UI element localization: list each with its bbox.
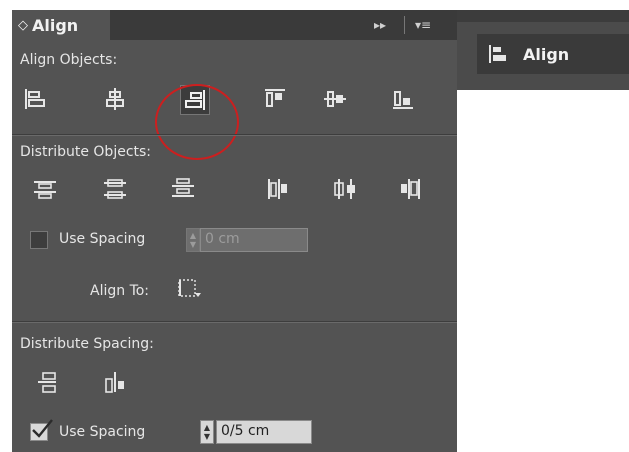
align-tab[interactable]: ◇ Align: [12, 10, 110, 40]
spacing-stepper[interactable]: ▲ ▼: [186, 228, 200, 252]
distribute-left-edges-icon[interactable]: [264, 176, 290, 202]
align-panel: ◇ Align ▸▸ ▾≡ Align Objects: Distribute …: [12, 10, 457, 452]
spacing-field-2[interactable]: 0/5 cm: [216, 420, 312, 444]
align-panel-icon: [489, 45, 506, 63]
header-divider: [404, 16, 405, 34]
dock-align-button[interactable]: Align: [477, 34, 629, 74]
use-spacing-label-2: Use Spacing: [59, 424, 146, 440]
panel-menu-icon[interactable]: ▾≡: [415, 10, 431, 40]
align-top-edges-icon[interactable]: [262, 86, 288, 112]
distribute-bottom-edges-icon[interactable]: [170, 176, 196, 202]
distribute-horizontal-centers-icon[interactable]: [332, 176, 358, 202]
distribute-vertical-centers-icon[interactable]: [102, 176, 128, 202]
align-objects-label: Align Objects:: [20, 52, 118, 68]
distribute-horizontal-space-icon[interactable]: [102, 370, 128, 396]
align-to-label: Align To:: [90, 283, 150, 299]
distribute-vertical-space-icon[interactable]: [34, 370, 60, 396]
dock-align-label: Align: [523, 44, 570, 64]
checkmark-icon: [32, 419, 53, 438]
spacing-stepper-2[interactable]: ▲ ▼: [200, 420, 214, 444]
collapse-toggle-icon[interactable]: ◇: [18, 18, 28, 33]
forward-icon[interactable]: ▸▸: [374, 10, 386, 40]
highlight-circle: [155, 84, 239, 160]
top-border: [0, 0, 629, 10]
use-spacing-checkbox[interactable]: [30, 231, 48, 249]
docked-panels: Align: [457, 10, 629, 452]
distribute-right-edges-icon[interactable]: [398, 176, 424, 202]
align-vertical-centers-icon[interactable]: [322, 86, 348, 112]
distribute-top-edges-icon[interactable]: [32, 176, 58, 202]
align-left-edges-icon[interactable]: [22, 86, 48, 112]
dock-grip[interactable]: [457, 10, 629, 22]
align-horizontal-centers-icon[interactable]: [102, 86, 128, 112]
use-spacing-label: Use Spacing: [59, 231, 146, 247]
panel-header: ◇ Align ▸▸ ▾≡: [12, 10, 457, 40]
panel-title: Align: [32, 15, 79, 35]
section-divider-highlight: [12, 135, 457, 136]
distribute-spacing-label: Distribute Spacing:: [20, 336, 154, 352]
distribute-objects-label: Distribute Objects:: [20, 144, 152, 160]
section-divider-2-highlight: [12, 322, 457, 323]
spacing-field[interactable]: 0 cm: [200, 228, 308, 252]
align-to-selection-icon[interactable]: [176, 276, 202, 302]
align-bottom-edges-icon[interactable]: [390, 86, 416, 112]
